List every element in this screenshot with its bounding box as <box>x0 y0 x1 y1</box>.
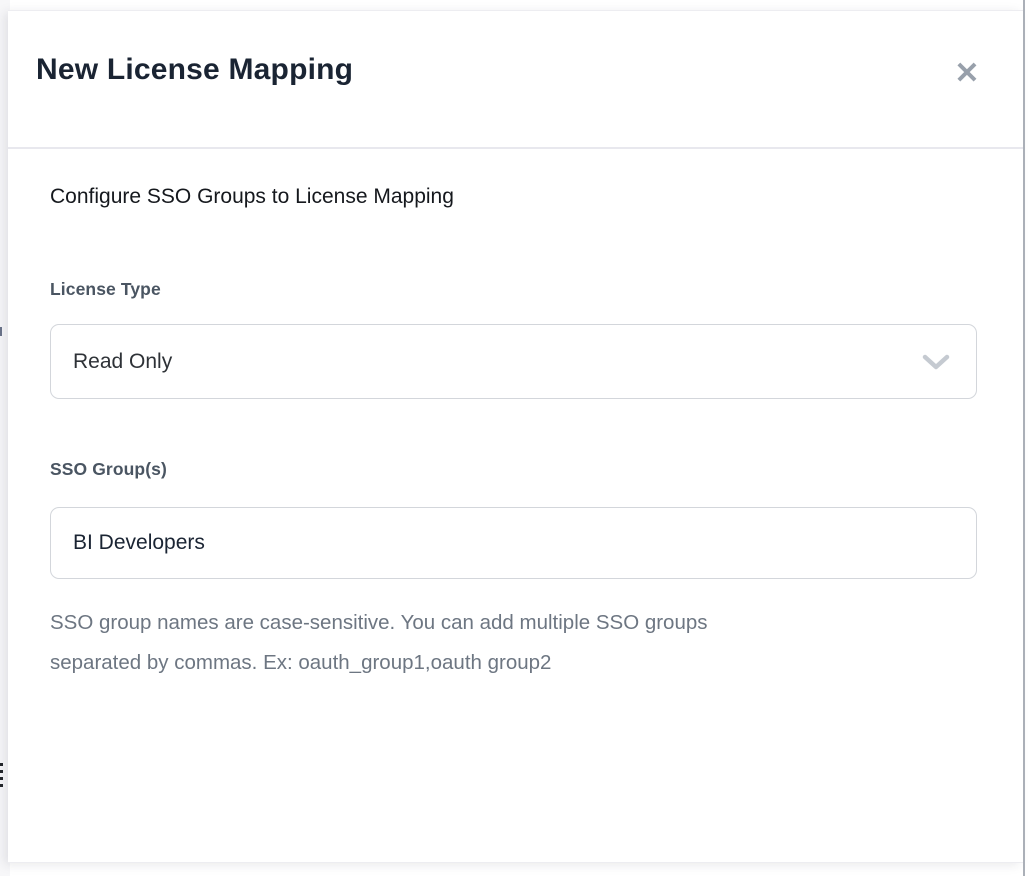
license-type-selected-value: Read Only <box>51 350 172 374</box>
sso-groups-field-container <box>50 507 977 579</box>
license-type-label: License Type <box>50 279 161 300</box>
sso-groups-help-text: SSO group names are case-sensitive. You … <box>50 603 708 683</box>
sso-groups-input[interactable] <box>51 508 976 578</box>
header-divider <box>8 147 1023 149</box>
chevron-down-icon <box>922 353 950 371</box>
sso-groups-help-line1: SSO group names are case-sensitive. You … <box>50 603 708 643</box>
background-partial-element <box>0 327 2 336</box>
close-button[interactable]: ✕ <box>945 51 989 95</box>
modal-subtitle: Configure SSO Groups to License Mapping <box>50 185 454 209</box>
sso-groups-help-line2: separated by commas. Ex: oauth_group1,oa… <box>50 643 708 683</box>
sso-groups-label: SSO Group(s) <box>50 459 167 480</box>
modal-header: New License Mapping ✕ <box>8 11 1023 147</box>
license-type-select[interactable]: Read Only <box>50 324 977 399</box>
screen: New License Mapping ✕ Configure SSO Grou… <box>0 0 1028 876</box>
modal-title: New License Mapping <box>36 53 353 87</box>
modal-right-edge <box>1023 0 1025 876</box>
background-list-icon-partial <box>0 763 3 788</box>
new-license-mapping-modal: New License Mapping ✕ Configure SSO Grou… <box>8 10 1023 863</box>
close-icon: ✕ <box>954 56 979 91</box>
